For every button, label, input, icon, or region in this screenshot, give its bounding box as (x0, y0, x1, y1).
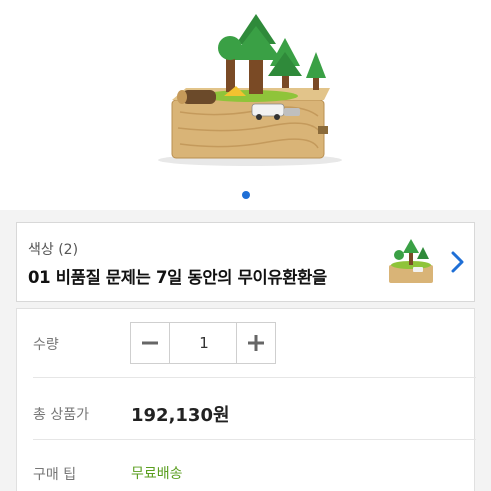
quantity-stepper[interactable]: 1 (130, 322, 276, 364)
carousel-dot-active[interactable] (241, 191, 250, 199)
order-info-panel: 수량 1 총 상품가 192,130원 구매 팁 무료배송 (16, 308, 476, 491)
minus-icon (142, 341, 158, 345)
free-shipping-text: 무료배송 (131, 466, 183, 482)
quantity-label: 수량 (33, 337, 59, 353)
quantity-value[interactable]: 1 (171, 323, 237, 363)
product-image (158, 14, 342, 166)
increase-quantity-button[interactable] (236, 323, 275, 363)
divider (33, 439, 476, 440)
divider (33, 377, 476, 378)
option-value: 01 비품질 문제는 7일 동안의 무이유환환을 (28, 268, 327, 287)
total-price-value: 192,130원 (131, 405, 230, 426)
product-image-gallery[interactable] (0, 0, 491, 210)
carousel-indicator (0, 184, 491, 199)
chevron-right-icon[interactable] (449, 249, 467, 275)
purchase-tip-label: 구매 팁 (33, 467, 77, 483)
decrease-quantity-button[interactable] (131, 323, 170, 363)
total-price-label: 총 상품가 (33, 407, 89, 423)
option-thumbnail (389, 239, 433, 283)
plus-icon (248, 335, 264, 351)
option-label: 색상 (2) (28, 242, 79, 258)
option-selector[interactable]: 색상 (2) 01 비품질 문제는 7일 동안의 무이유환환을 (16, 222, 475, 302)
